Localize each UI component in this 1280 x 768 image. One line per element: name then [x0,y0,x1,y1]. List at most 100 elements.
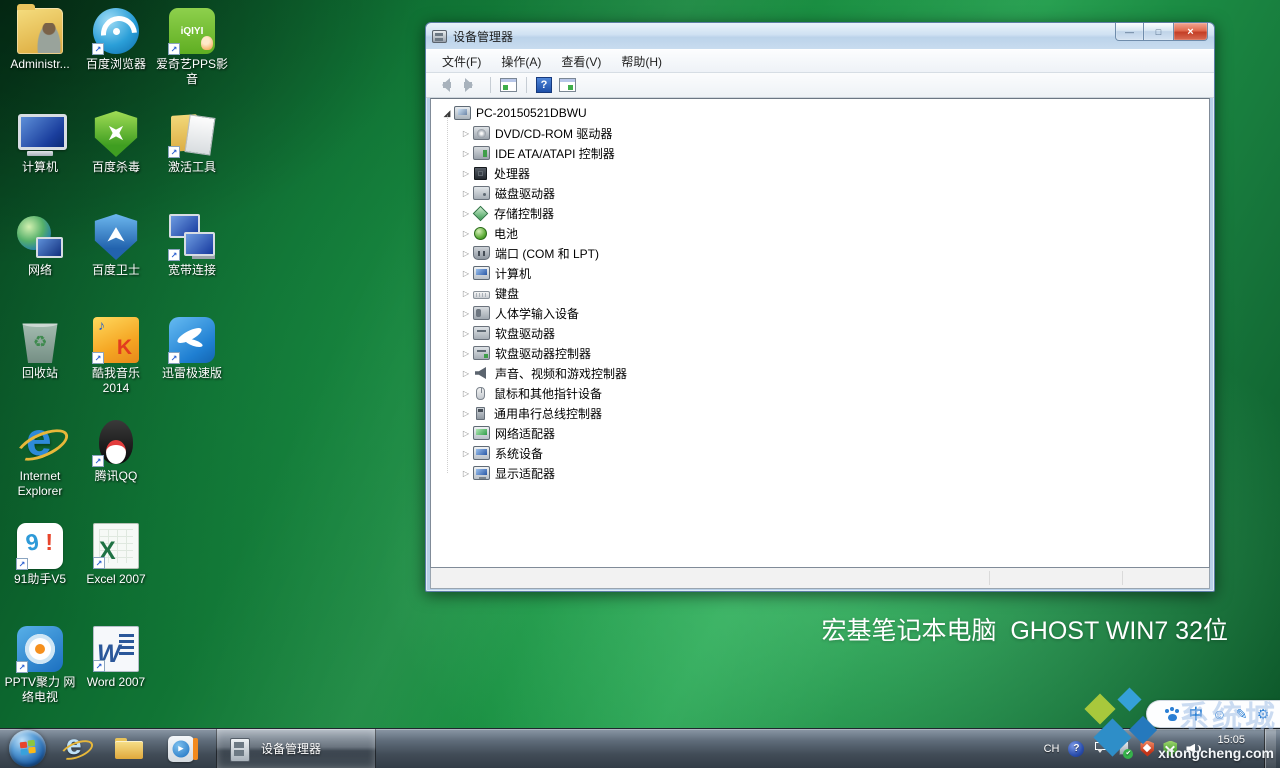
action-pane-icon[interactable] [559,78,576,92]
explorer-taskbar-icon[interactable] [115,738,143,760]
shortcut-arrow-icon [168,352,180,364]
expander-icon[interactable]: ▷ [460,269,472,278]
tree-item-computer-node[interactable]: ▷计算机 [431,263,1209,283]
taskbar-task-device-manager[interactable]: 设备管理器 [216,729,376,768]
expander-icon[interactable]: ▷ [460,249,472,258]
shortcut-arrow-icon [16,558,28,570]
desktop-icon-pptv[interactable]: PPTV聚力 网络电视 [2,624,78,727]
desktop[interactable]: Administr...百度浏览器爱奇艺PPS影音计算机百度杀毒激活工具网络百度… [0,0,1280,768]
tree-item-keyboard[interactable]: ▷键盘 [431,283,1209,303]
ie-taskbar-icon[interactable] [62,734,90,764]
tree-item-hid[interactable]: ▷人体学输入设备 [431,303,1209,323]
menu-view[interactable]: 查看(V) [551,50,611,73]
handwriting-pencil-icon[interactable]: ✎ [1236,706,1248,723]
taskbar-clock[interactable]: 15:05 [1211,729,1251,768]
desktop-icon-label: Internet Explorer [2,469,78,499]
usb-device-icon[interactable] [1115,741,1131,757]
desktop-icon-qq[interactable]: 腾讯QQ [78,418,154,521]
tree-item-dvd-drive[interactable]: ▷DVD/CD-ROM 驱动器 [431,123,1209,143]
desktop-icon-recycle-bin[interactable]: 回收站 [2,315,78,418]
floppy-drive-icon [473,326,490,340]
desktop-icon-kuwo-music[interactable]: 酷我音乐 2014 [78,315,154,418]
hidden-icons-icon[interactable] [1093,741,1106,757]
tree-item-storage-controller[interactable]: ▷存储控制器 [431,203,1209,223]
tree-item-network-adapter[interactable]: ▷网络适配器 [431,423,1209,443]
tree-item-mouse[interactable]: ▷鼠标和其他指针设备 [431,383,1209,403]
security-shield-red-icon[interactable] [1140,741,1154,757]
title-bar[interactable]: 设备管理器 — □ × [426,23,1214,49]
expander-icon[interactable]: ▷ [460,449,472,458]
expander-icon[interactable]: ▷ [460,309,472,318]
desktop-icon-broadband[interactable]: 宽带连接 [154,212,230,315]
menu-help[interactable]: 帮助(H) [611,50,672,73]
tree-item-floppy-drive[interactable]: ▷ 软盘驱动器 [431,323,1209,343]
baidu-paw-icon[interactable] [1164,707,1180,722]
expander-icon[interactable]: ▷ [460,429,472,438]
desktop-icon-iqiyi[interactable]: 爱奇艺PPS影音 [154,6,230,109]
console-tree-icon[interactable] [500,78,517,92]
close-button[interactable]: × [1173,23,1208,41]
menu-bar: 文件(F)操作(A)查看(V)帮助(H) [426,49,1214,73]
desktop-icon-network[interactable]: 网络 [2,212,78,315]
expander-icon[interactable]: ▷ [460,129,472,138]
volume-icon[interactable] [1186,741,1202,757]
device-manager-window: 设备管理器 — □ × 文件(F)操作(A)查看(V)帮助(H) ◢ PC-20… [425,22,1215,592]
desktop-icon-zhushou91[interactable]: 91助手V5 [2,521,78,624]
desktop-icon-word[interactable]: Word 2007 [78,624,154,727]
expander-icon[interactable]: ▷ [460,289,472,298]
menu-action[interactable]: 操作(A) [491,50,551,73]
menu-file[interactable]: 文件(F) [432,50,491,73]
expander-icon[interactable]: ▷ [460,329,472,338]
tree-item-display-adapter[interactable]: ▷显示适配器 [431,463,1209,483]
desktop-icon-ie[interactable]: Internet Explorer [2,418,78,521]
help-icon[interactable] [536,77,552,93]
device-tree-pane[interactable]: ◢ PC-20150521DBWU ▷DVD/CD-ROM 驱动器▷IDE AT… [430,98,1210,568]
tree-item-ide-controller[interactable]: ▷IDE ATA/ATAPI 控制器 [431,143,1209,163]
tree-item-processor[interactable]: ▷处理器 [431,163,1209,183]
forward-icon[interactable] [461,77,481,93]
expander-icon[interactable]: ▷ [460,149,472,158]
shortcut-arrow-icon [92,249,104,261]
expander-icon[interactable]: ▷ [460,409,472,418]
desktop-icon-computer[interactable]: 计算机 [2,109,78,212]
tree-item-disk-drive[interactable]: ▷磁盘驱动器 [431,183,1209,203]
back-icon[interactable] [434,77,454,93]
security-shield-green-icon[interactable] [1163,741,1177,757]
tree-item-system-devices[interactable]: ▷系统设备 [431,443,1209,463]
desktop-icon-thunder[interactable]: 迅雷极速版 [154,315,230,418]
expander-icon[interactable]: ▷ [460,189,472,198]
expander-icon[interactable]: ▷ [460,469,472,478]
maximize-button[interactable]: □ [1144,23,1173,41]
desktop-icon-baidu-guard[interactable]: 百度卫士 [78,212,154,315]
expander-icon[interactable]: ▷ [460,369,472,378]
start-button[interactable] [9,730,46,767]
expander-icon[interactable]: ▷ [460,229,472,238]
language-help-icon[interactable] [1068,741,1084,757]
expander-icon[interactable]: ▷ [460,349,472,358]
emoticon-icon[interactable]: ☺ [1212,706,1226,722]
tree-root[interactable]: ◢ PC-20150521DBWU [431,103,1209,123]
desktop-icon-baidu-antivirus[interactable]: 百度杀毒 [78,109,154,212]
expander-icon[interactable]: ▷ [460,389,472,398]
show-desktop-button[interactable] [1264,729,1276,768]
desktop-icon-user-folder[interactable]: Administr... [2,6,78,109]
desktop-icon-label: PPTV聚力 网络电视 [2,675,78,705]
language-indicator[interactable]: CH [1044,743,1060,755]
wmp-taskbar-icon[interactable] [168,736,194,762]
tree-item-usb[interactable]: ▷通用串行总线控制器 [431,403,1209,423]
desktop-icon-label: 百度杀毒 [92,160,140,175]
tree-item-floppy-controller[interactable]: ▷软盘驱动器控制器 [431,343,1209,363]
tree-item-sound[interactable]: ▷声音、视频和游戏控制器 [431,363,1209,383]
ime-settings-gear-icon[interactable]: ⚙ [1257,706,1270,723]
desktop-icon-open-folder[interactable]: 激活工具 [154,109,230,212]
desktop-icon-excel[interactable]: Excel 2007 [78,521,154,624]
desktop-icon-label: 迅雷极速版 [162,366,222,381]
expander-icon[interactable]: ▷ [460,209,472,218]
tree-item-ports[interactable]: ▷端口 (COM 和 LPT) [431,243,1209,263]
tree-item-battery[interactable]: ▷电池 [431,223,1209,243]
ime-mode-indicator[interactable]: 中 [1189,704,1203,724]
desktop-icon-baidu-browser[interactable]: 百度浏览器 [78,6,154,109]
expander-icon[interactable]: ▷ [460,169,472,178]
tree-item-label: 软盘驱动器 [495,325,555,342]
minimize-button[interactable]: — [1115,23,1144,41]
